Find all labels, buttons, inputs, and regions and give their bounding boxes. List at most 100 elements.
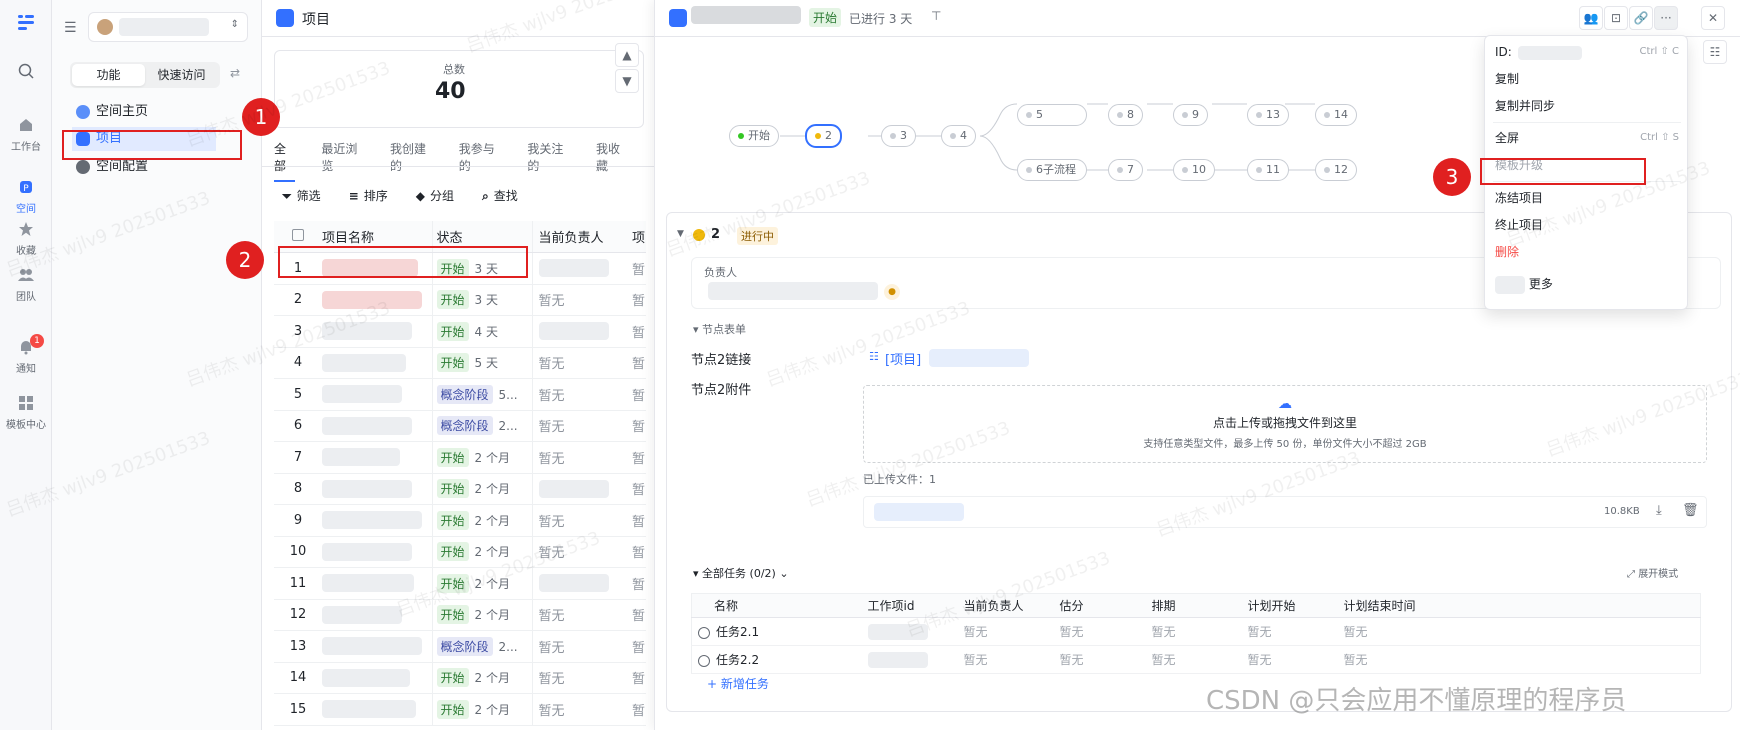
workflow-node[interactable]: 10 [1173, 159, 1215, 181]
owner-cell[interactable]: 暂无 [532, 284, 632, 316]
task-cell[interactable]: 暂无 [957, 645, 1054, 674]
workflow-node[interactable]: 3 [881, 125, 916, 147]
task-cell[interactable]: 暂无 [1145, 617, 1242, 646]
menu-copy-id[interactable]: ID: Ctrl ⇧ C [1495, 40, 1679, 64]
table-row[interactable]: 14 开始 2 个月 暂无 暂 [274, 662, 646, 694]
owner-cell[interactable] [532, 252, 632, 285]
workflow-node[interactable]: 7 [1108, 159, 1143, 181]
rail-space[interactable]: P 空间 [0, 178, 52, 215]
expand-mode-button[interactable]: ⤢ 展开模式 [1627, 565, 1678, 580]
link-icon[interactable]: 🔗 [1629, 6, 1653, 30]
owner-cell[interactable]: 暂无 [532, 693, 632, 726]
workflow-node[interactable]: 14 [1315, 104, 1357, 126]
menu-terminate[interactable]: 终止项目 [1495, 213, 1679, 237]
status-cell[interactable]: 开始 2 个月 [431, 504, 533, 537]
owner-cell[interactable]: 暂无 [532, 410, 632, 442]
workflow-node[interactable]: 13 [1247, 104, 1289, 126]
owner-cell[interactable] [532, 315, 632, 348]
table-row[interactable]: 2 开始 3 天 暂无 暂 [274, 284, 646, 316]
status-badge[interactable]: 开始 [809, 8, 842, 27]
status-cell[interactable]: 开始 4 天 [431, 315, 533, 348]
table-row[interactable]: 3 开始 4 天 暂 [274, 315, 646, 348]
owner-cell[interactable]: 暂无 [532, 630, 632, 663]
remind-bell-icon[interactable]: ● [884, 284, 900, 300]
workflow-node[interactable]: 8 [1108, 104, 1143, 126]
table-row[interactable]: 6 概念阶段 2... 暂无 暂 [274, 410, 646, 442]
task-cell[interactable]: 暂无 [1337, 617, 1701, 646]
task-column-header[interactable]: 当前负责人 [957, 593, 1054, 618]
owner-cell[interactable]: 暂无 [532, 504, 632, 537]
status-cell[interactable]: 概念阶段 5... [431, 378, 533, 411]
tab-recent[interactable]: 最近浏览 [321, 140, 364, 182]
project-name-cell[interactable] [322, 536, 432, 568]
more-icon[interactable]: ··· [1654, 6, 1678, 30]
table-row[interactable]: 7 开始 2 个月 暂无 暂 [274, 441, 646, 474]
status-cell[interactable]: 开始 2 个月 [431, 599, 533, 631]
table-row[interactable]: 8 开始 2 个月 暂 [274, 473, 646, 505]
project-name-cell[interactable] [322, 662, 432, 694]
table-row[interactable]: 9 开始 2 个月 暂无 暂 [274, 504, 646, 537]
project-name-cell[interactable] [322, 347, 432, 379]
table-row[interactable]: 4 开始 5 天 暂无 暂 [274, 347, 646, 379]
task-cell[interactable]: 暂无 [957, 617, 1054, 646]
chevron-down-icon[interactable]: ▼ [615, 69, 639, 93]
project-name-cell[interactable] [322, 410, 432, 442]
status-cell[interactable]: 开始 3 天 [431, 284, 533, 316]
task-cell[interactable]: 暂无 [1145, 645, 1242, 674]
owner-cell[interactable]: 暂无 [532, 599, 632, 631]
upload-dropzone[interactable]: ☁ 点击上传或拖拽文件到这里 支持任意类型文件，最多上传 50 份，单份文件大小… [863, 385, 1707, 463]
collapse-sidebar-icon[interactable]: ☰ [64, 20, 77, 36]
status-cell[interactable]: 概念阶段 2... [431, 410, 533, 442]
members-icon[interactable]: 👥 [1579, 6, 1603, 30]
status-cell[interactable]: 开始 5 天 [431, 347, 533, 379]
bookmark-icon[interactable]: ⊡ [1604, 6, 1628, 30]
chevron-up-icon[interactable]: ▲ [615, 43, 639, 67]
owner-cell[interactable]: 暂无 [532, 536, 632, 568]
workflow-node[interactable]: 12 [1315, 159, 1357, 181]
task-cell[interactable]: 暂无 [1053, 645, 1146, 674]
find-button[interactable]: ⌕ 查找 [482, 187, 518, 204]
table-row[interactable]: 13 概念阶段 2... 暂无 暂 [274, 630, 646, 663]
table-row[interactable]: 12 开始 2 个月 暂无 暂 [274, 599, 646, 631]
table-row[interactable]: 11 开始 2 个月 暂 [274, 567, 646, 600]
menu-fullscreen[interactable]: 全屏 Ctrl ⇧ S [1495, 126, 1679, 150]
delete-file-icon[interactable]: 🗑 [1682, 503, 1699, 518]
menu-copy-sync[interactable]: 复制并同步 [1495, 94, 1679, 118]
project-name-cell[interactable] [322, 693, 432, 726]
rail-team[interactable]: 团队 [0, 266, 52, 303]
tab-all[interactable]: 全部 [274, 140, 296, 182]
download-icon[interactable]: ⤓ [1656, 503, 1662, 518]
owner-cell[interactable]: 暂无 [532, 347, 632, 379]
status-cell[interactable]: 开始 2 个月 [431, 567, 533, 600]
segment-quick-access[interactable]: 快速访问 [145, 64, 218, 86]
menu-copy[interactable]: 复制 [1495, 67, 1679, 91]
owner-cell[interactable] [532, 567, 632, 600]
status-cell[interactable]: 开始 2 个月 [431, 441, 533, 474]
owner-cell[interactable]: 暂无 [532, 441, 632, 474]
workflow-node[interactable]: 5 [1017, 104, 1087, 126]
rail-notifications[interactable]: 1 通知 [0, 334, 52, 375]
table-row[interactable]: 10 开始 2 个月 暂无 暂 [274, 536, 646, 568]
task-cell[interactable]: 暂无 [1053, 617, 1146, 646]
rail-templates[interactable]: 模板中心 [0, 394, 52, 431]
status-cell[interactable]: 开始 2 个月 [431, 536, 533, 568]
collapse-caret-icon[interactable]: ▼ [677, 229, 684, 239]
tab-favorited[interactable]: 我收藏 [596, 140, 628, 182]
add-task-button[interactable]: + 新增任务 [707, 675, 769, 692]
space-selector[interactable]: ⇕ [88, 12, 248, 42]
task-column-header[interactable]: 排期 [1145, 593, 1242, 618]
task-cell[interactable]: 暂无 [1337, 645, 1701, 674]
tab-created[interactable]: 我创建的 [390, 140, 433, 182]
task-column-header[interactable]: 估分 [1053, 593, 1146, 618]
owner-cell[interactable] [532, 473, 632, 505]
task-cell[interactable]: 暂无 [1241, 617, 1338, 646]
rail-favorites[interactable]: 收藏 [0, 220, 52, 257]
task-column-header[interactable]: 计划结束时间 [1337, 593, 1701, 618]
task-complete-checkbox[interactable] [698, 654, 710, 667]
rail-workbench[interactable]: 工作台 [0, 116, 52, 153]
tab-participated[interactable]: 我参与的 [459, 140, 502, 182]
task-cell[interactable]: 暂无 [1241, 645, 1338, 674]
form-section-toggle[interactable]: ▾ 节点表单 [693, 321, 746, 337]
task-row[interactable]: 任务2.2 暂无 暂无 暂无 暂无 暂无 [691, 645, 1701, 674]
tasks-section-toggle[interactable]: ▾ 全部任务 (0/2) ⌄ [693, 565, 789, 581]
